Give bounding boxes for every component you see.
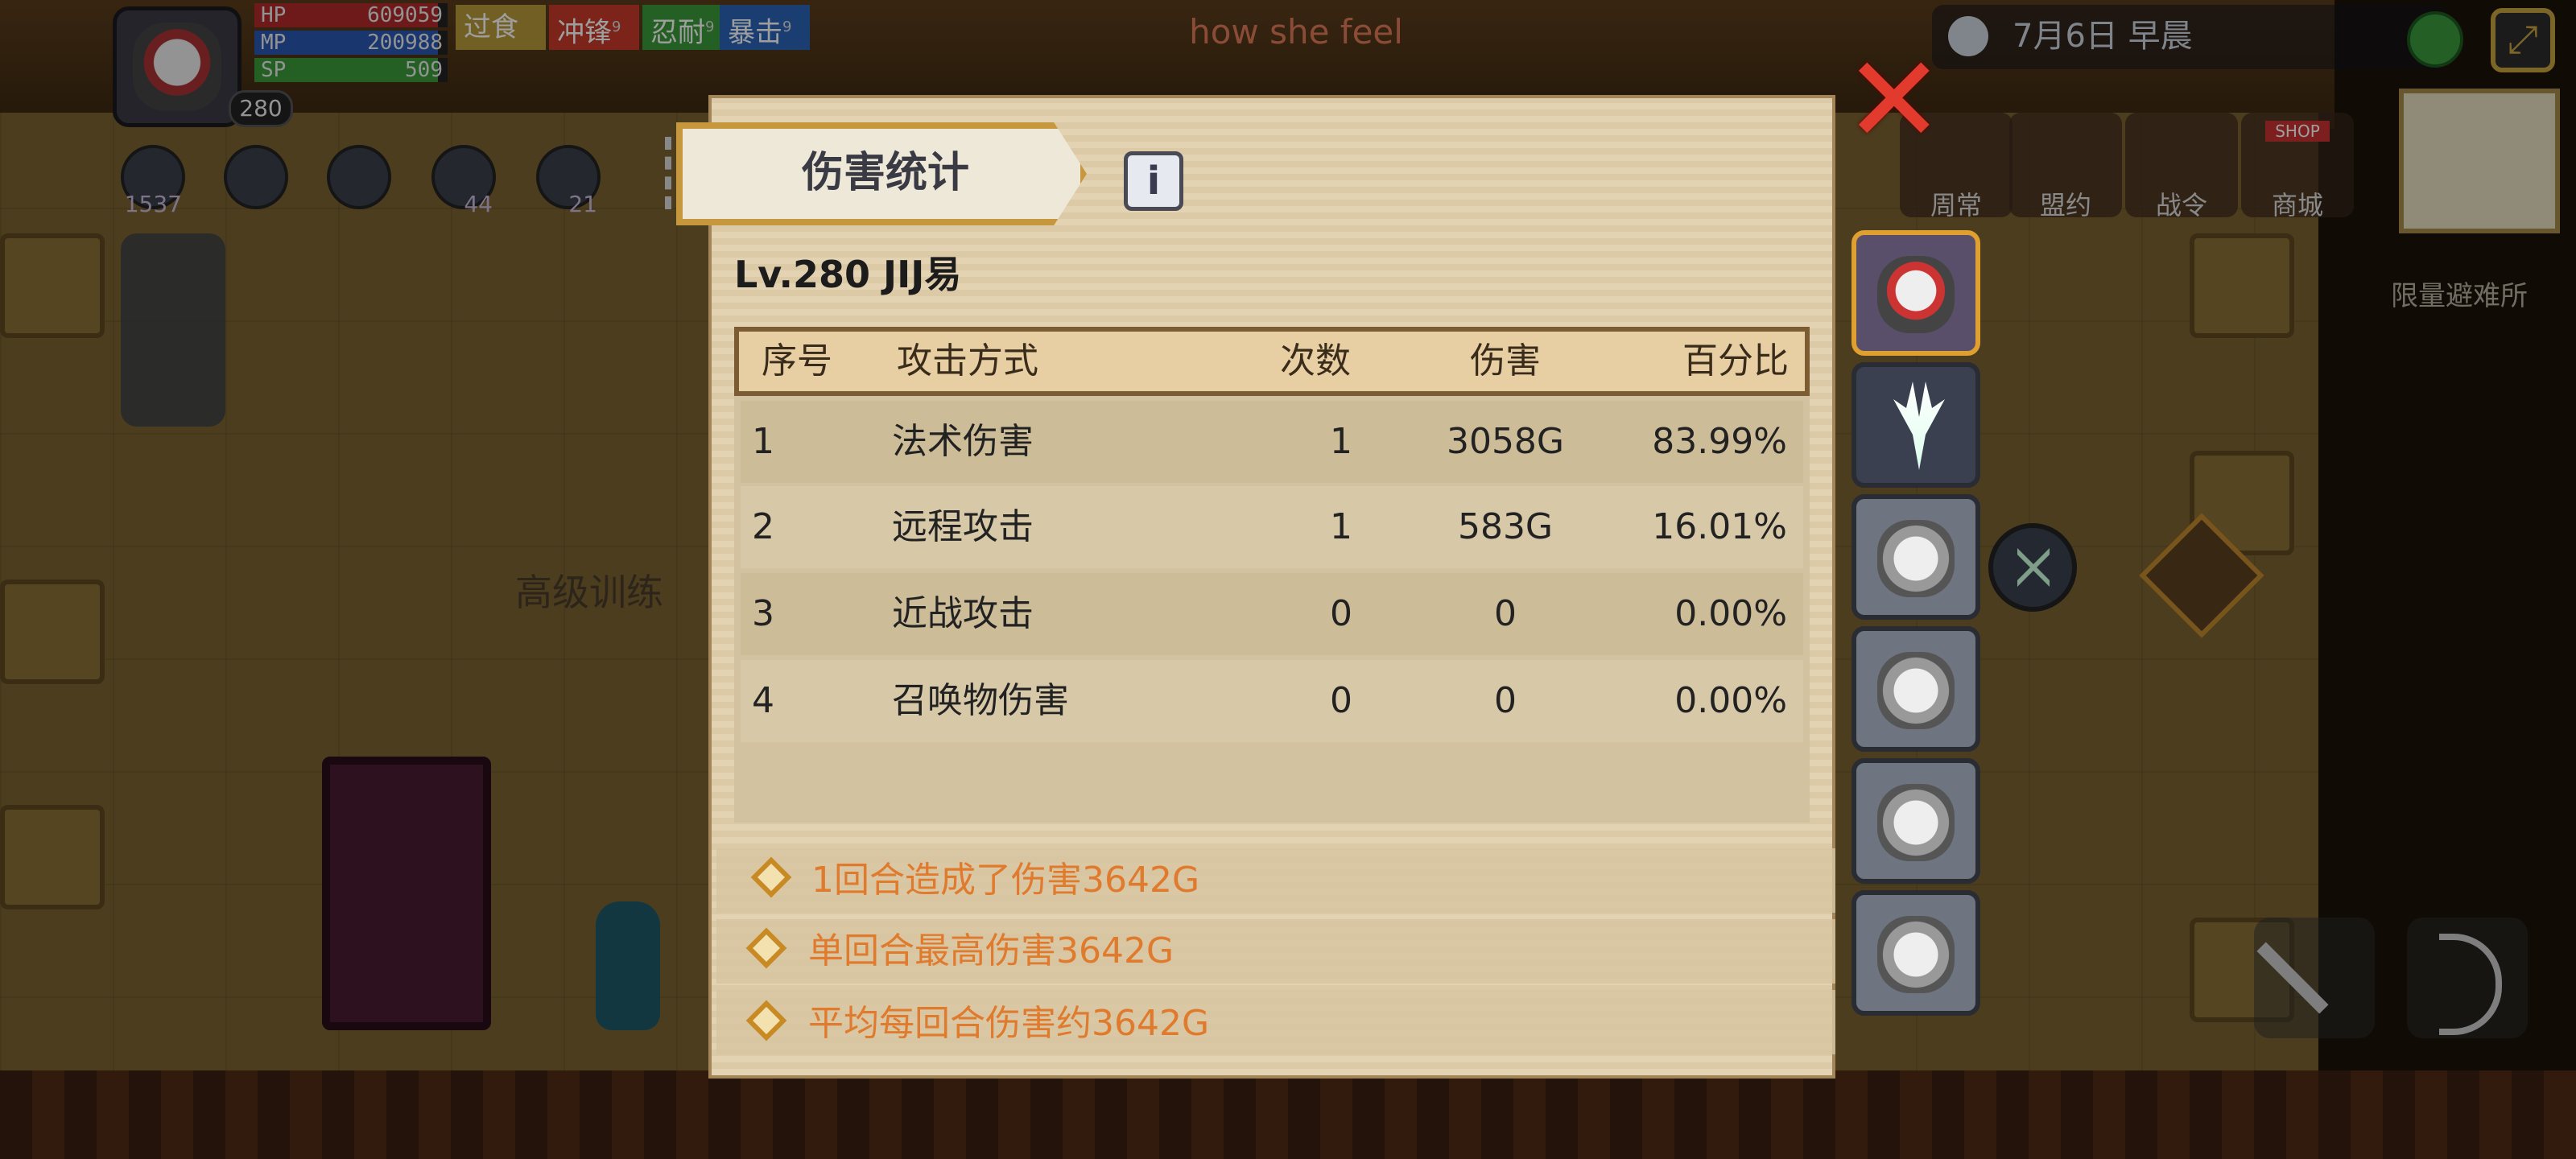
row-index: 3 [752, 593, 774, 634]
maid-portrait [1877, 652, 1955, 729]
info-icon[interactable]: i [1124, 151, 1183, 211]
hero-portrait [1877, 256, 1955, 333]
row-index: 2 [752, 506, 774, 547]
close-icon[interactable]: ✕ [1843, 40, 1945, 161]
row-count: 1 [1330, 421, 1352, 462]
summary-average: 平均每回合伤害约3642G [808, 1003, 1210, 1044]
col-count: 次数 [1280, 340, 1351, 382]
portrait-maid-1[interactable] [1852, 494, 1980, 620]
col-percent: 百分比 [1682, 340, 1789, 382]
portrait-maid-4[interactable] [1852, 890, 1980, 1016]
row-count: 0 [1330, 593, 1352, 634]
row-damage: 0 [1494, 593, 1517, 634]
summary-max: 单回合最高伤害3642G [808, 930, 1174, 971]
row-damage: 3058G [1446, 421, 1565, 462]
maid-portrait [1877, 916, 1955, 993]
row-percent: 0.00% [1674, 593, 1787, 634]
row-percent: 16.01% [1652, 506, 1787, 547]
player-level-name: Lv.280 JIJ易 [734, 253, 962, 296]
antler-icon [1893, 382, 1945, 470]
row-index: 4 [752, 680, 774, 721]
spiral-binding [665, 137, 705, 209]
row-count: 0 [1330, 680, 1352, 721]
row-percent: 83.99% [1652, 421, 1787, 462]
portrait-antler[interactable] [1852, 362, 1980, 488]
row-damage: 0 [1494, 680, 1517, 721]
portrait-hero[interactable] [1852, 230, 1980, 356]
maid-portrait [1877, 520, 1955, 597]
table-header [734, 327, 1810, 396]
col-damage: 伤害 [1470, 340, 1541, 382]
row-type: 召唤物伤害 [892, 680, 1069, 721]
col-attack-type: 攻击方式 [897, 340, 1038, 382]
row-count: 1 [1330, 506, 1352, 547]
col-index: 序号 [762, 340, 832, 382]
portrait-maid-2[interactable] [1852, 626, 1980, 752]
row-percent: 0.00% [1674, 680, 1787, 721]
portrait-maid-3[interactable] [1852, 758, 1980, 884]
row-type: 法术伤害 [892, 421, 1034, 462]
row-type: 远程攻击 [892, 506, 1034, 547]
dialog-title: 伤害统计 [801, 149, 969, 197]
row-damage: 583G [1457, 506, 1554, 547]
summary-total: 1回合造成了伤害3642G [811, 860, 1200, 901]
row-type: 近战攻击 [892, 593, 1034, 634]
row-index: 1 [752, 421, 774, 462]
maid-portrait [1877, 784, 1955, 861]
